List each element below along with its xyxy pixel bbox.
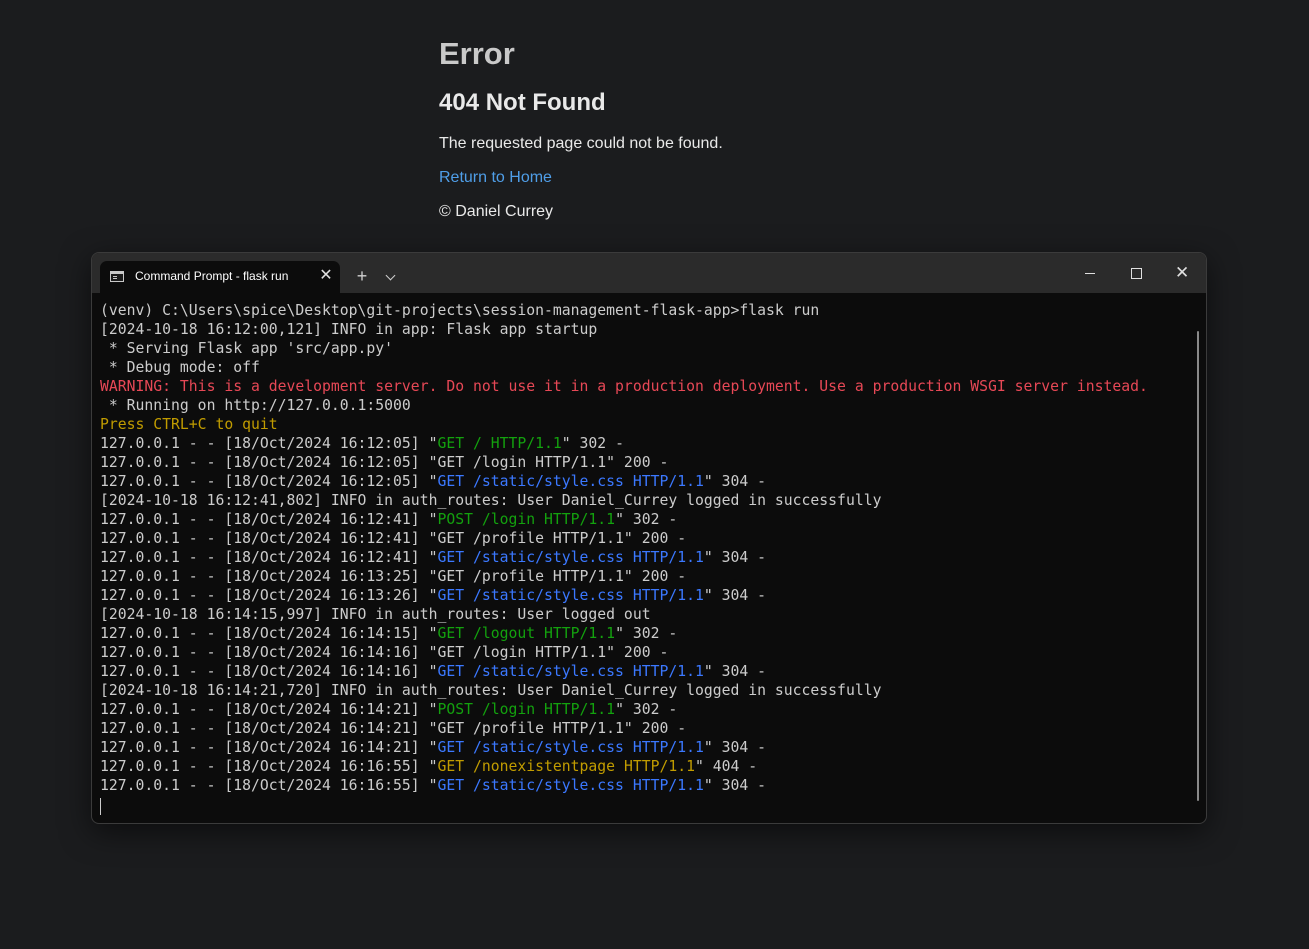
console-text: GET / HTTP/1.1 [437, 435, 562, 452]
console-text: " 302 - [561, 435, 624, 452]
console-text: * Debug mode: off [100, 359, 260, 376]
console-text: GET /static/style.css HTTP/1.1 [437, 587, 704, 604]
console-text: GET /static/style.css HTTP/1.1 [437, 777, 704, 794]
console-text: 127.0.0.1 - - [18/Oct/2024 16:12:41] " [100, 549, 438, 566]
console-line: 127.0.0.1 - - [18/Oct/2024 16:12:41] "PO… [100, 510, 1190, 529]
console-line: 127.0.0.1 - - [18/Oct/2024 16:12:05] "GE… [100, 472, 1190, 491]
console-text: " 302 - [615, 701, 678, 718]
maximize-button[interactable] [1116, 259, 1156, 287]
console-line: 127.0.0.1 - - [18/Oct/2024 16:14:16] "GE… [100, 643, 1190, 662]
copyright-footer: © Daniel Currey [439, 203, 554, 220]
console-text: 127.0.0.1 - - [18/Oct/2024 16:12:41] " [100, 511, 438, 528]
console-text: 127.0.0.1 - - [18/Oct/2024 16:16:55] " [100, 758, 438, 775]
scrollbar[interactable] [1197, 331, 1199, 801]
console-text: 127.0.0.1 - - [18/Oct/2024 16:14:16] " [100, 663, 438, 680]
console-line: [2024-10-18 16:12:00,121] INFO in app: F… [100, 320, 1190, 339]
console-text: " 302 - [615, 625, 678, 642]
console-line: 127.0.0.1 - - [18/Oct/2024 16:14:16] "GE… [100, 662, 1190, 681]
error-heading: Error [439, 36, 515, 71]
console-text: GET /static/style.css HTTP/1.1 [437, 663, 704, 680]
console-line: 127.0.0.1 - - [18/Oct/2024 16:12:05] "GE… [100, 453, 1190, 472]
console-text: 127.0.0.1 - - [18/Oct/2024 16:12:41] "GE… [100, 530, 687, 547]
console-text: [2024-10-18 16:14:15,997] INFO in auth_r… [100, 606, 651, 623]
console-text: 127.0.0.1 - - [18/Oct/2024 16:16:55] " [100, 777, 438, 794]
console-line: 127.0.0.1 - - [18/Oct/2024 16:12:05] "GE… [100, 434, 1190, 453]
console-line: [2024-10-18 16:12:41,802] INFO in auth_r… [100, 491, 1190, 510]
console-text: [2024-10-18 16:12:41,802] INFO in auth_r… [100, 492, 882, 509]
console-text: POST /login HTTP/1.1 [437, 511, 616, 528]
console-text: 127.0.0.1 - - [18/Oct/2024 16:14:21] " [100, 701, 438, 718]
console-line: 127.0.0.1 - - [18/Oct/2024 16:12:41] "GE… [100, 548, 1190, 567]
console-text: GET /static/style.css HTTP/1.1 [437, 739, 704, 756]
console-text: GET /nonexistentpage HTTP/1.1 [437, 758, 695, 775]
close-icon: ✕ [1175, 263, 1190, 282]
console-output[interactable]: (venv) C:\Users\spice\Desktop\git-projec… [100, 301, 1190, 795]
console-text: " 304 - [703, 473, 767, 490]
console-text: 127.0.0.1 - - [18/Oct/2024 16:12:05] " [100, 473, 438, 490]
console-text: GET /static/style.css HTTP/1.1 [437, 549, 704, 566]
console-line: 127.0.0.1 - - [18/Oct/2024 16:12:41] "GE… [100, 529, 1190, 548]
console-text: " 304 - [703, 549, 767, 566]
console-line: 127.0.0.1 - - [18/Oct/2024 16:16:55] "GE… [100, 757, 1190, 776]
close-tab-icon[interactable]: ✕ [318, 267, 334, 285]
console-text: " 304 - [703, 777, 767, 794]
console-text: [2024-10-18 16:12:00,121] INFO in app: F… [100, 321, 598, 338]
console-text: " 304 - [703, 587, 767, 604]
screen: Error 404 Not Found The requested page c… [0, 0, 1309, 949]
chevron-down-icon [385, 270, 396, 281]
return-home-link[interactable]: Return to Home [439, 168, 552, 188]
console-text: POST /login HTTP/1.1 [437, 701, 616, 718]
console-line: * Running on http://127.0.0.1:5000 [100, 396, 1190, 415]
console-text: " 304 - [703, 739, 767, 756]
console-text: (venv) C:\Users\spice\Desktop\git-projec… [100, 302, 820, 319]
console-line: * Serving Flask app 'src/app.py' [100, 339, 1190, 358]
console-line: 127.0.0.1 - - [18/Oct/2024 16:14:21] "PO… [100, 700, 1190, 719]
console-text: 127.0.0.1 - - [18/Oct/2024 16:14:21] "GE… [100, 720, 687, 737]
console-text: 127.0.0.1 - - [18/Oct/2024 16:13:25] "GE… [100, 568, 687, 585]
close-window-button[interactable]: ✕ [1162, 259, 1202, 287]
tab-title: Command Prompt - flask run [135, 269, 289, 283]
console-text: 127.0.0.1 - - [18/Oct/2024 16:14:21] " [100, 739, 438, 756]
console-text: * Running on http://127.0.0.1:5000 [100, 397, 411, 414]
title-bar[interactable]: Command Prompt - flask run ✕ + ✕ [92, 253, 1206, 293]
console-line: 127.0.0.1 - - [18/Oct/2024 16:13:25] "GE… [100, 567, 1190, 586]
error-page: Error 404 Not Found The requested page c… [439, 32, 723, 222]
console-text: 127.0.0.1 - - [18/Oct/2024 16:14:15] " [100, 625, 438, 642]
error-message: The requested page could not be found. [439, 135, 723, 152]
console-text: 127.0.0.1 - - [18/Oct/2024 16:14:16] "GE… [100, 644, 669, 661]
tab-dropdown-button[interactable] [381, 265, 401, 287]
text-cursor [100, 798, 101, 815]
command-prompt-icon [110, 271, 124, 282]
console-line: [2024-10-18 16:14:21,720] INFO in auth_r… [100, 681, 1190, 700]
console-text: " 404 - [694, 758, 758, 775]
console-line: * Debug mode: off [100, 358, 1190, 377]
maximize-icon [1131, 268, 1142, 279]
not-found-heading: 404 Not Found [439, 89, 606, 116]
console-line: 127.0.0.1 - - [18/Oct/2024 16:14:21] "GE… [100, 719, 1190, 738]
console-line: 127.0.0.1 - - [18/Oct/2024 16:16:55] "GE… [100, 776, 1190, 795]
console-line: (venv) C:\Users\spice\Desktop\git-projec… [100, 301, 1190, 320]
console-line: 127.0.0.1 - - [18/Oct/2024 16:13:26] "GE… [100, 586, 1190, 605]
console-line: 127.0.0.1 - - [18/Oct/2024 16:14:21] "GE… [100, 738, 1190, 757]
console-text: * Serving Flask app 'src/app.py' [100, 340, 394, 357]
console-text: WARNING: This is a development server. D… [100, 378, 1148, 395]
terminal-window: Command Prompt - flask run ✕ + ✕ (venv) … [91, 252, 1207, 824]
console-line: WARNING: This is a development server. D… [100, 377, 1190, 396]
console-text: " 302 - [615, 511, 678, 528]
new-tab-button[interactable]: + [351, 265, 373, 287]
minimize-button[interactable] [1070, 259, 1110, 287]
console-text: 127.0.0.1 - - [18/Oct/2024 16:12:05] "GE… [100, 454, 669, 471]
console-text: " 304 - [703, 663, 767, 680]
console-text: 127.0.0.1 - - [18/Oct/2024 16:13:26] " [100, 587, 438, 604]
console-text: GET /logout HTTP/1.1 [437, 625, 616, 642]
minimize-icon [1085, 273, 1095, 274]
console-text: GET /static/style.css HTTP/1.1 [437, 473, 704, 490]
console-text: [2024-10-18 16:14:21,720] INFO in auth_r… [100, 682, 882, 699]
console-line: 127.0.0.1 - - [18/Oct/2024 16:14:15] "GE… [100, 624, 1190, 643]
console-text: 127.0.0.1 - - [18/Oct/2024 16:12:05] " [100, 435, 438, 452]
console-line: Press CTRL+C to quit [100, 415, 1190, 434]
console-line: [2024-10-18 16:14:15,997] INFO in auth_r… [100, 605, 1190, 624]
console-text: Press CTRL+C to quit [100, 416, 278, 433]
tab-command-prompt[interactable]: Command Prompt - flask run ✕ [100, 261, 340, 293]
